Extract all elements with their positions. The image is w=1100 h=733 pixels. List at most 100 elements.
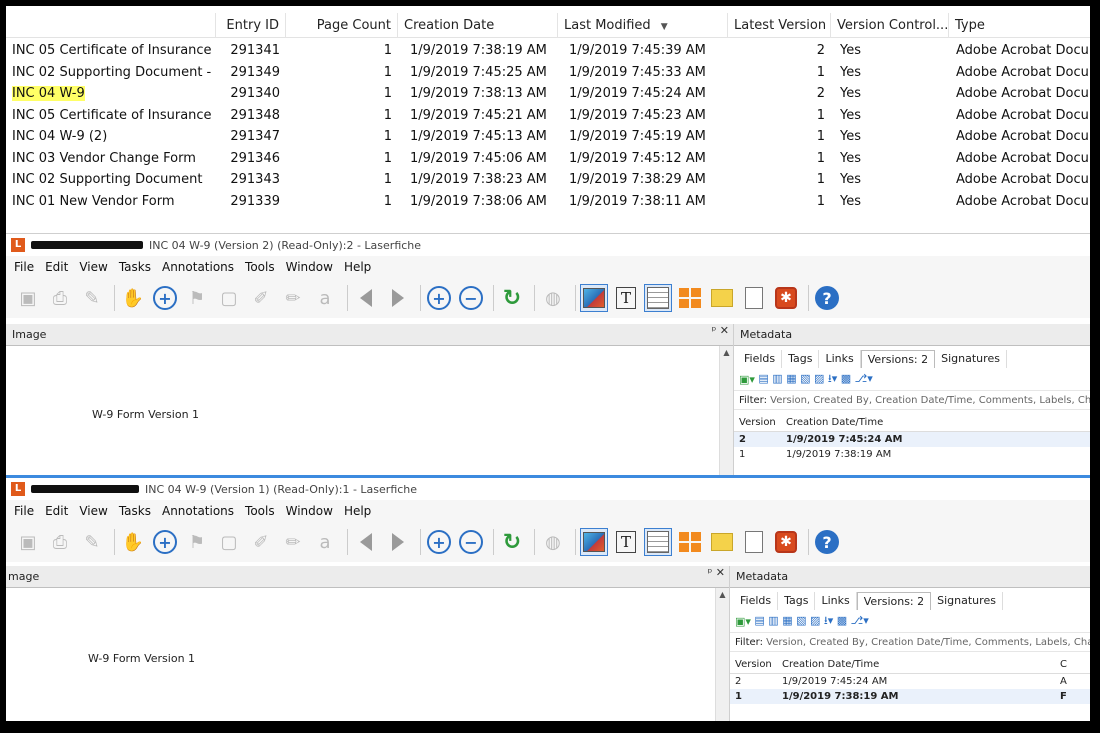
annotations-pane-icon[interactable] xyxy=(708,528,736,556)
table-row[interactable]: 1 1/9/2019 7:38:19 AM F xyxy=(730,689,1090,704)
save-icon[interactable]: ▣ xyxy=(14,528,42,556)
tab-links[interactable]: Links xyxy=(815,592,857,610)
image-scrollbar[interactable]: ▲ xyxy=(715,588,729,721)
menu-tasks[interactable]: Tasks xyxy=(119,504,151,518)
text-view-icon[interactable]: T xyxy=(612,528,640,556)
refresh-icon[interactable]: ↻ xyxy=(498,284,526,312)
vt-header-comments[interactable]: C xyxy=(1060,656,1070,673)
table-row[interactable]: INC 02 Supporting Document 291343 1 1/9/201… xyxy=(6,169,1090,190)
col-header-latest-version[interactable]: Latest Version xyxy=(728,13,831,38)
vt-header-creation[interactable]: Creation Date/Time xyxy=(776,656,1060,673)
print-icon[interactable]: ⎙ xyxy=(46,528,74,556)
zoom-out-icon[interactable]: − xyxy=(457,528,485,556)
scroll-up-icon[interactable]: ▲ xyxy=(720,346,733,357)
metadata-pane-icon[interactable] xyxy=(644,284,672,312)
table-row[interactable]: INC 05 Certificate of Insurance ... 29134… xyxy=(6,105,1090,126)
pane-pin-close-icon[interactable]: ᵖ ✕ xyxy=(708,566,725,579)
menu-tools[interactable]: Tools xyxy=(245,504,275,518)
table-row[interactable]: INC 03 Vendor Change Form 291346 1 1/9/2019… xyxy=(6,148,1090,169)
zoom-in-icon[interactable]: + xyxy=(425,284,453,312)
tab-fields[interactable]: Fields xyxy=(734,592,779,610)
ruler-icon[interactable]: ✎ xyxy=(78,528,106,556)
menu-annotations[interactable]: Annotations xyxy=(162,260,234,274)
table-row[interactable]: INC 01 New Vendor Form 291339 1 1/9/2019 7:… xyxy=(6,191,1090,212)
tab-tags[interactable]: Tags xyxy=(782,350,820,368)
col-header-page-count[interactable]: Page Count xyxy=(286,13,398,38)
image-viewer[interactable]: W-9 Form Version 1 ▲ xyxy=(6,346,733,476)
add-version-icon[interactable]: ▣▾ xyxy=(739,373,758,386)
menu-window[interactable]: Window xyxy=(286,504,333,518)
next-page-icon[interactable] xyxy=(384,284,412,312)
image-view-icon[interactable] xyxy=(580,284,608,312)
thumbnail-grid-icon[interactable] xyxy=(676,528,704,556)
menu-help[interactable]: Help xyxy=(344,260,371,274)
pan-hand-icon[interactable]: ✋ xyxy=(119,528,147,556)
table-row[interactable]: INC 04 W-9 (2) 291347 1 1/9/2019 7:45:13 AM… xyxy=(6,126,1090,147)
menu-annotations[interactable]: Annotations xyxy=(162,504,234,518)
zoom-out-icon[interactable]: − xyxy=(457,284,485,312)
image-view-icon[interactable] xyxy=(580,528,608,556)
thumbnails-icon[interactable]: ◍ xyxy=(539,528,567,556)
menu-view[interactable]: View xyxy=(79,260,107,274)
table-row[interactable]: INC 04 W-9 291340 1 1/9/2019 7:38:13 AM 1/9/… xyxy=(6,83,1090,104)
tab-fields[interactable]: Fields xyxy=(738,350,783,368)
help-icon[interactable]: ? xyxy=(813,528,841,556)
sticky-note-icon[interactable]: ▢ xyxy=(215,528,243,556)
ruler-icon[interactable]: ✎ xyxy=(78,284,106,312)
col-header-creation-date[interactable]: Creation Date xyxy=(398,13,558,38)
page-properties-icon[interactable] xyxy=(740,528,768,556)
col-header-entry-id[interactable]: Entry ID xyxy=(216,13,286,38)
help-icon[interactable]: ? xyxy=(813,284,841,312)
zoom-in-icon[interactable]: + xyxy=(425,528,453,556)
pan-hand-icon[interactable]: ✋ xyxy=(119,284,147,312)
metadata-pane-icon[interactable] xyxy=(644,528,672,556)
col-header-version-control[interactable]: Version Control... xyxy=(831,13,949,38)
annotations-pane-icon[interactable] xyxy=(708,284,736,312)
thumbnail-grid-icon[interactable] xyxy=(676,284,704,312)
text-annotation-icon[interactable]: a xyxy=(311,528,339,556)
table-row[interactable]: INC 02 Supporting Document -... 291349 1 1/… xyxy=(6,62,1090,83)
menu-tasks[interactable]: Tasks xyxy=(119,260,151,274)
settings-gear-icon[interactable]: ✱ xyxy=(772,528,800,556)
refresh-icon[interactable]: ↻ xyxy=(498,528,526,556)
table-row[interactable]: 2 1/9/2019 7:45:24 AM xyxy=(734,432,1090,447)
version-actions-icon[interactable]: ▤ ▥ ▦ ▧ ▨ ⭳▾ ▩ ⎇▾ xyxy=(758,370,872,389)
thumbnails-icon[interactable]: ◍ xyxy=(539,284,567,312)
table-row[interactable]: INC 05 Certificate of Insurance 291341 1 1/… xyxy=(6,40,1090,61)
pencil-icon[interactable]: ✐ xyxy=(247,528,275,556)
previous-page-icon[interactable] xyxy=(352,528,380,556)
stamp-icon[interactable]: ⚑ xyxy=(183,528,211,556)
version-filter[interactable]: Filter: Version, Created By, Creation Da… xyxy=(734,390,1090,410)
menu-file[interactable]: File xyxy=(14,260,34,274)
settings-gear-icon[interactable]: ✱ xyxy=(772,284,800,312)
version-actions-icon[interactable]: ▤ ▥ ▦ ▧ ▨ ⭳▾ ▩ ⎇▾ xyxy=(754,612,868,631)
save-icon[interactable]: ▣ xyxy=(14,284,42,312)
menu-edit[interactable]: Edit xyxy=(45,260,68,274)
menu-view[interactable]: View xyxy=(79,504,107,518)
text-view-icon[interactable]: T xyxy=(612,284,640,312)
menu-file[interactable]: File xyxy=(14,504,34,518)
tab-signatures[interactable]: Signatures xyxy=(935,350,1007,368)
table-row[interactable]: 2 1/9/2019 7:45:24 AM A xyxy=(730,674,1090,689)
menu-edit[interactable]: Edit xyxy=(45,504,68,518)
pane-pin-close-icon[interactable]: ᵖ ✕ xyxy=(712,324,729,337)
zoom-select-icon[interactable]: + xyxy=(151,284,179,312)
menu-help[interactable]: Help xyxy=(344,504,371,518)
previous-page-icon[interactable] xyxy=(352,284,380,312)
image-viewer[interactable]: W-9 Form Version 1 ▲ xyxy=(6,588,729,721)
menu-tools[interactable]: Tools xyxy=(245,260,275,274)
sticky-note-icon[interactable]: ▢ xyxy=(215,284,243,312)
page-properties-icon[interactable] xyxy=(740,284,768,312)
image-scrollbar[interactable]: ▲ xyxy=(719,346,733,476)
zoom-select-icon[interactable]: + xyxy=(151,528,179,556)
tab-versions[interactable]: Versions: 2 xyxy=(856,592,932,610)
tab-versions[interactable]: Versions: 2 xyxy=(860,350,936,368)
text-annotation-icon[interactable]: a xyxy=(311,284,339,312)
highlighter-icon[interactable]: ✏ xyxy=(279,284,307,312)
print-icon[interactable]: ⎙ xyxy=(46,284,74,312)
stamp-icon[interactable]: ⚑ xyxy=(183,284,211,312)
highlighter-icon[interactable]: ✏ xyxy=(279,528,307,556)
vt-header-version[interactable]: Version xyxy=(734,414,780,431)
next-page-icon[interactable] xyxy=(384,528,412,556)
col-header-type[interactable]: Type xyxy=(949,13,1090,38)
